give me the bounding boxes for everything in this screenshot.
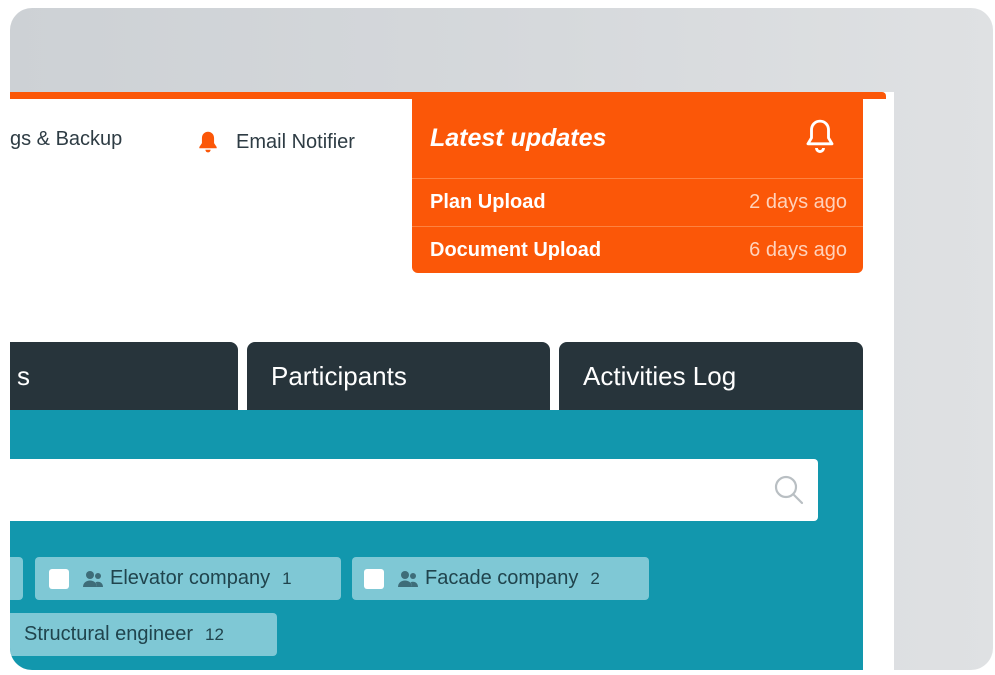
filter-chip-count: 1: [282, 568, 292, 588]
nav-email-label: Email Notifier: [236, 130, 355, 153]
update-item-label: Document Upload: [430, 239, 602, 261]
filter-chip-count: 12: [204, 624, 224, 644]
filter-chip-label: Structural engineer: [24, 623, 193, 645]
update-item[interactable]: Document Upload 6 days ago: [412, 226, 863, 274]
tab-label: Participants: [271, 360, 407, 391]
bell-icon: [194, 128, 222, 156]
updates-header: Latest updates: [412, 99, 863, 179]
screenshot-frame: gs & Backup Email Notifier Latest update…: [10, 8, 993, 670]
update-item-time: 2 days ago: [749, 191, 847, 213]
filter-chip-structural-engineer[interactable]: Structural engineer 12: [10, 613, 277, 656]
nav-settings-backup[interactable]: gs & Backup: [10, 128, 122, 151]
filter-chip-elevator-company[interactable]: Elevator company 1: [35, 557, 341, 600]
tab-participants[interactable]: Participants: [247, 342, 550, 410]
group-icon: [82, 569, 104, 589]
app-window: gs & Backup Email Notifier Latest update…: [10, 92, 894, 670]
group-icon: [397, 569, 419, 589]
tab-content-panel: Elevator company 1 Facade company 2 Stru…: [10, 410, 863, 670]
tab-partial[interactable]: s: [10, 342, 238, 410]
bell-outline-icon[interactable]: [803, 117, 837, 160]
tab-activities-log[interactable]: Activities Log: [559, 342, 863, 410]
filter-chip-label: Facade company: [425, 567, 579, 589]
nav-email-notifier[interactable]: Email Notifier: [194, 128, 355, 156]
search-input[interactable]: [10, 459, 750, 519]
filter-chip-facade-company[interactable]: Facade company 2: [352, 557, 649, 600]
checkbox[interactable]: [364, 568, 384, 589]
update-item-time: 6 days ago: [749, 239, 847, 261]
updates-title: Latest updates: [430, 124, 607, 152]
update-item[interactable]: Plan Upload 2 days ago: [412, 179, 863, 226]
nav-settings-label: gs & Backup: [10, 128, 123, 150]
latest-updates-panel: Latest updates Plan Upload 2 days ago Do…: [412, 99, 863, 273]
search-icon[interactable]: [772, 473, 806, 507]
search-bar: [10, 459, 818, 521]
filter-chip[interactable]: [10, 557, 23, 600]
checkbox[interactable]: [49, 568, 69, 589]
update-item-label: Plan Upload: [430, 191, 546, 213]
top-accent-bar: [10, 92, 886, 99]
tab-label: Activities Log: [583, 360, 737, 391]
tab-label: s: [17, 360, 30, 391]
filter-chip-count: 2: [590, 568, 600, 588]
filter-chip-label: Elevator company: [110, 567, 271, 589]
